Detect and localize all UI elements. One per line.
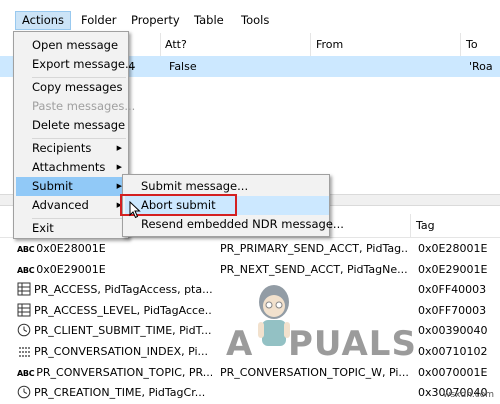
menu-item-export-message[interactable]: Export message... — [16, 55, 136, 74]
property-tag-cell: 0x00390040 — [418, 324, 488, 338]
site-credit: wsxdn.com — [443, 390, 494, 400]
grid-icon — [17, 303, 34, 317]
mouse-pointer-icon — [129, 201, 141, 219]
mfcmapi-window: Actions Folder Property Table Tools Att?… — [0, 0, 500, 404]
column-separator[interactable] — [160, 33, 161, 56]
property-row[interactable]: ABC 0x0E28001E PR_PRIMARY_SEND_ACCT, PidTa… — [0, 238, 500, 259]
property-name-cell: PR_CONVERSATION_INDEX, Pi... — [17, 341, 212, 362]
appuals-watermark: A PUALS — [226, 282, 416, 382]
watermark-letter-a: A — [226, 324, 254, 364]
menu-item-delete-message[interactable]: Delete message — [16, 116, 128, 135]
abc-icon: ABC — [17, 245, 35, 254]
menu-item-advanced[interactable]: Advanced ▶ — [16, 196, 128, 215]
menu-item-paste-messages: Paste messages... — [32, 99, 136, 113]
property-name-cell: ABC 0x0E29001E — [17, 259, 212, 280]
menu-tools[interactable]: Tools — [241, 12, 269, 28]
abc-icon: ABC — [17, 368, 35, 378]
property-other-names-cell — [220, 382, 408, 403]
property-row[interactable]: ABC 0x0E29001E PR_NEXT_SEND_ACCT, PidTagNe… — [0, 259, 500, 280]
column-header-tag[interactable]: Tag — [416, 214, 435, 237]
property-name-text: 0x0E28001E — [36, 242, 106, 255]
menu-item-label: Attachments — [32, 160, 106, 174]
column-separator[interactable] — [460, 33, 461, 56]
menu-folder[interactable]: Folder — [81, 12, 117, 28]
menu-bar: Actions Folder Property Table Tools — [0, 9, 500, 31]
property-name-cell: PR_CREATION_TIME, PidTagCr... — [17, 382, 212, 403]
property-name-text: PR_CLIENT_SUBMIT_TIME, PidT... — [34, 324, 212, 338]
clock-icon — [17, 324, 34, 337]
property-name-text: PR_CONVERSATION_INDEX, Pi... — [34, 345, 209, 358]
menu-item-label: Recipients — [32, 141, 92, 155]
property-name-text: PR_CONVERSATION_TOPIC, PR... — [36, 365, 212, 379]
actions-menu: Open message Export message... Copy mess… — [13, 31, 136, 239]
menu-item-open-message[interactable]: Open message — [16, 36, 128, 55]
property-name-cell: PR_CLIENT_SUBMIT_TIME, PidT... — [17, 320, 212, 341]
property-name-cell: PR_ACCESS, PidTagAccess, pta... — [17, 279, 212, 300]
property-tag-cell: 0x0FF70003 — [418, 303, 487, 317]
menu-item-resend-ndr[interactable]: Resend embedded NDR message... — [125, 215, 344, 234]
message-row-to: 'Roa — [469, 60, 493, 73]
watermark-text: PUALS — [288, 324, 417, 364]
menu-item-exit[interactable]: Exit — [16, 219, 128, 238]
menu-item-label: Submit — [32, 179, 73, 193]
column-header-att[interactable]: Att? — [165, 33, 187, 56]
property-tag-cell: 0x0E29001E — [418, 262, 488, 276]
submenu-arrow-icon: ▶ — [116, 144, 122, 152]
property-name-text: PR_ACCESS_LEVEL, PidTagAcce... — [34, 303, 212, 317]
column-separator[interactable] — [310, 33, 311, 56]
grid-icon — [17, 282, 34, 296]
menu-item-attachments[interactable]: Attachments ▶ — [16, 158, 128, 177]
abc-icon: ABC — [17, 265, 35, 275]
menu-property[interactable]: Property — [131, 12, 180, 28]
menu-table[interactable]: Table — [194, 12, 224, 28]
menu-item-submit[interactable]: Submit ▶ — [16, 177, 128, 196]
property-tag-cell: 0x00710102 — [418, 345, 488, 358]
property-other-names-cell: PR_NEXT_SEND_ACCT, PidTagNe... — [220, 262, 408, 276]
property-name-cell: ABC PR_CONVERSATION_TOPIC, PR... — [17, 362, 212, 383]
property-other-names-cell: PR_PRIMARY_SEND_ACCT, PidTag... — [220, 242, 408, 255]
column-separator[interactable] — [410, 214, 411, 237]
menu-item-copy-messages[interactable]: Copy messages — [16, 78, 128, 97]
property-name-cell: ABC 0x0E28001E — [17, 238, 212, 259]
menu-item-label: Advanced — [32, 198, 89, 212]
property-tag-cell: 0x0FF40003 — [418, 283, 487, 297]
menu-actions[interactable]: Actions — [15, 11, 72, 30]
property-name-cell: PR_ACCESS_LEVEL, PidTagAcce... — [17, 300, 212, 321]
property-tag-cell: 0x0E28001E — [418, 242, 488, 255]
column-header-to[interactable]: To — [466, 33, 478, 56]
clock-icon — [17, 385, 34, 399]
property-name-text: PR_CREATION_TIME, PidTagCr... — [34, 386, 206, 400]
column-header-from[interactable]: From — [316, 33, 343, 56]
property-name-text: 0x0E29001E — [36, 262, 106, 276]
menu-item-recipients[interactable]: Recipients ▶ — [16, 139, 128, 158]
dots-icon — [17, 345, 34, 358]
message-row-att: False — [169, 60, 197, 73]
property-row[interactable]: PR_CREATION_TIME, PidTagCr... 0x30070040 — [0, 382, 500, 403]
property-name-text: PR_ACCESS, PidTagAccess, pta... — [34, 283, 212, 297]
property-tag-cell: 0x0070001E — [418, 365, 488, 379]
